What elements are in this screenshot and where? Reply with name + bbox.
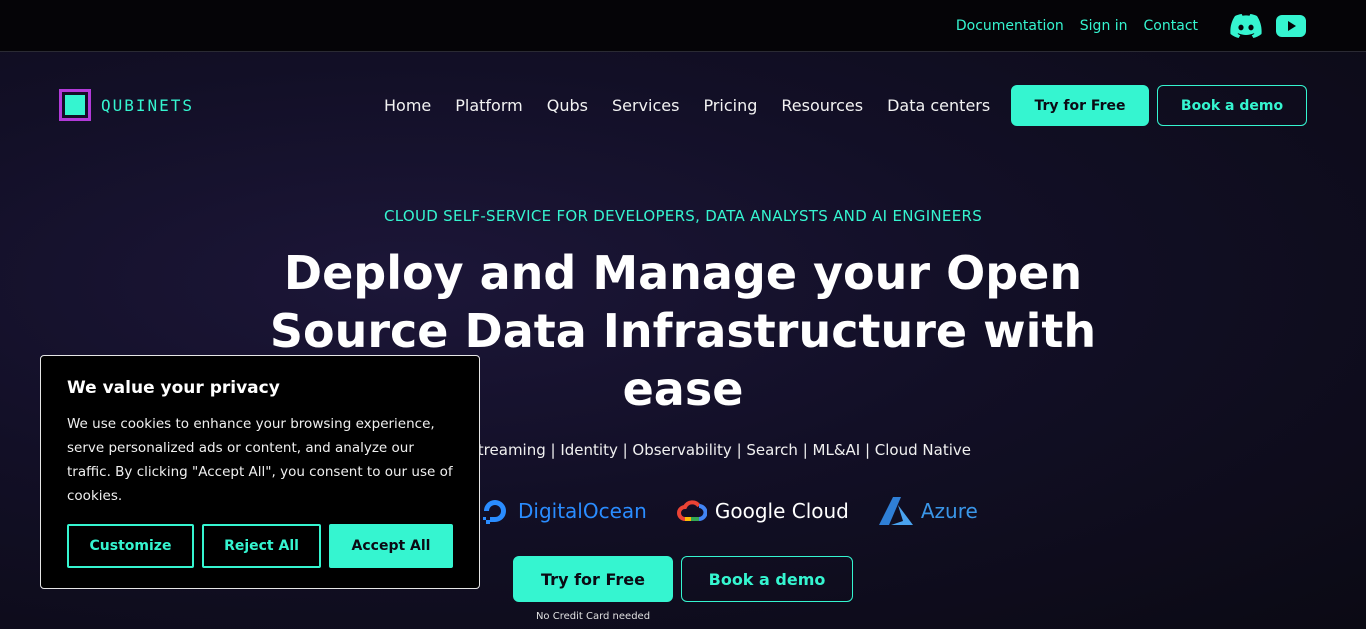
main-nav: QUBINETS Home Platform Qubs Services Pri… <box>0 52 1366 158</box>
cookie-accept-button[interactable]: Accept All <box>329 524 453 568</box>
cloud-provider-logos: DigitalOcean Google Cloud Azure <box>480 490 978 532</box>
qubinets-logo[interactable]: QUBINETS <box>59 89 194 121</box>
cookie-title: We value your privacy <box>67 378 280 398</box>
cookie-consent-banner: We value your privacy We use cookies to … <box>40 355 480 589</box>
logo-text: QUBINETS <box>101 95 195 115</box>
azure-icon <box>878 497 913 525</box>
digitalocean-logo: DigitalOcean <box>480 496 647 526</box>
google-cloud-logo: Google Cloud <box>676 499 849 523</box>
digitalocean-label: DigitalOcean <box>518 499 647 523</box>
documentation-link[interactable]: Documentation <box>956 18 1064 34</box>
contact-link[interactable]: Contact <box>1144 18 1198 34</box>
nav-book-demo-button[interactable]: Book a demo <box>1157 85 1307 126</box>
nav-data-centers[interactable]: Data centers <box>887 96 990 115</box>
azure-logo: Azure <box>878 497 978 525</box>
cookie-buttons: Customize Reject All Accept All <box>67 524 453 568</box>
google-cloud-icon <box>676 500 707 521</box>
hero-eyebrow: CLOUD SELF-SERVICE FOR DEVELOPERS, DATA … <box>383 207 983 225</box>
nav-try-free-button[interactable]: Try for Free <box>1011 85 1149 126</box>
azure-label: Azure <box>920 499 978 523</box>
no-credit-card-note: No Credit Card needed <box>535 611 651 622</box>
top-links: Documentation Sign in Contact <box>956 0 1306 52</box>
digitalocean-icon <box>483 500 506 524</box>
cookie-text: We use cookies to enhance your browsing … <box>67 416 453 504</box>
hero-book-demo-button[interactable]: Book a demo <box>681 556 853 602</box>
nav-services[interactable]: Services <box>612 96 679 115</box>
logo-mark-icon <box>59 89 91 121</box>
google-cloud-label: Google Cloud <box>714 499 849 523</box>
nav-pricing[interactable]: Pricing <box>703 96 757 115</box>
nav-resources[interactable]: Resources <box>781 96 863 115</box>
nav-qubs[interactable]: Qubs <box>547 96 588 115</box>
cookie-customize-button[interactable]: Customize <box>67 524 194 568</box>
youtube-icon[interactable] <box>1276 15 1306 37</box>
cookie-reject-button[interactable]: Reject All <box>202 524 321 568</box>
nav-home[interactable]: Home <box>384 96 431 115</box>
discord-icon[interactable] <box>1230 14 1262 38</box>
nav-platform[interactable]: Platform <box>455 96 522 115</box>
hero-try-free-button[interactable]: Try for Free <box>513 556 673 602</box>
social-links <box>1230 14 1306 38</box>
nav-links: Home Platform Qubs Services Pricing Reso… <box>384 85 990 125</box>
sign-in-link[interactable]: Sign in <box>1080 18 1128 34</box>
top-bar: Documentation Sign in Contact <box>0 0 1366 52</box>
